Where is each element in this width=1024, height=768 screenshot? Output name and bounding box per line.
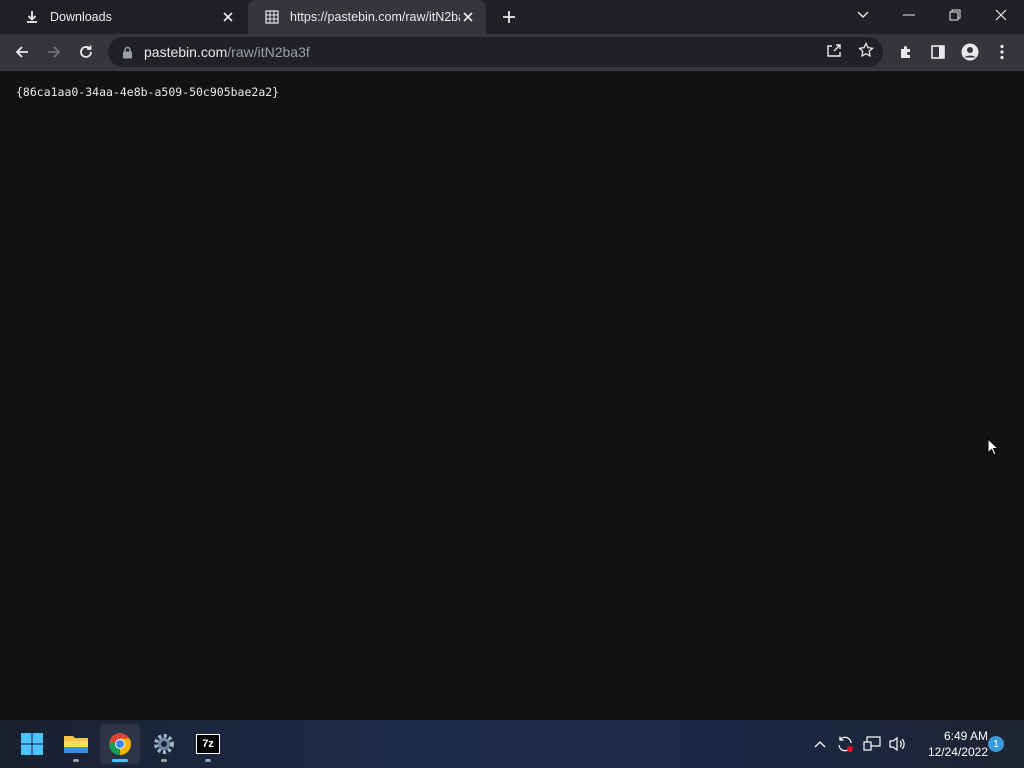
system-clock[interactable]: 6:49 AM 12/24/2022: [912, 728, 988, 760]
taskbar: 7z 6:49 AM 12/24/2022: [0, 720, 1024, 768]
new-tab-button[interactable]: [499, 7, 519, 27]
7zip-icon[interactable]: 7z: [188, 724, 228, 764]
url-host: pastebin.com: [144, 44, 228, 60]
extensions-icon[interactable]: [892, 38, 920, 66]
sync-alert-icon[interactable]: [833, 732, 857, 756]
clock-date: 12/24/2022: [927, 745, 988, 759]
close-tab-icon[interactable]: [460, 9, 476, 25]
7zip-label: 7z: [196, 734, 220, 754]
browser-toolbar: pastebin.com/raw/itN2ba3f: [0, 34, 1024, 71]
tab-strip: Downloads https://pastebin.com/raw/itN2b…: [0, 0, 1024, 34]
raw-paste-text: {86ca1aa0-34aa-4e8b-a509-50c905bae2a2}: [16, 85, 280, 99]
running-indicator: [205, 759, 211, 762]
tab-title: https://pastebin.com/raw/itN2ba: [290, 10, 460, 24]
bookmark-star-icon[interactable]: [852, 38, 880, 62]
side-panel-icon[interactable]: [924, 38, 952, 66]
share-icon[interactable]: [820, 38, 848, 62]
url-path: /raw/itN2ba3f: [227, 44, 310, 60]
network-icon[interactable]: [860, 732, 884, 756]
tab-downloads[interactable]: Downloads: [8, 0, 246, 34]
settings-icon[interactable]: [144, 724, 184, 764]
address-bar[interactable]: pastebin.com/raw/itN2ba3f: [108, 37, 883, 67]
menu-kebab-icon[interactable]: [988, 38, 1016, 66]
active-indicator: [112, 759, 128, 762]
close-window-button[interactable]: [978, 0, 1024, 30]
notification-badge[interactable]: 1: [988, 736, 1004, 752]
pastebin-icon: [264, 9, 280, 25]
tab-search-button[interactable]: [840, 0, 886, 30]
windows-start-icon[interactable]: [12, 724, 52, 764]
reload-button[interactable]: [72, 38, 100, 66]
clock-time: 6:49 AM: [943, 729, 988, 743]
minimize-button[interactable]: [886, 0, 932, 30]
running-indicator: [73, 759, 79, 762]
file-explorer-icon[interactable]: [56, 724, 96, 764]
profile-icon[interactable]: [956, 38, 984, 66]
volume-icon[interactable]: [885, 732, 909, 756]
download-icon: [24, 9, 40, 25]
show-hidden-icons-chevron-icon[interactable]: [808, 732, 832, 756]
forward-button[interactable]: [40, 38, 68, 66]
tab-pastebin[interactable]: https://pastebin.com/raw/itN2ba: [248, 0, 486, 34]
restore-button[interactable]: [932, 0, 978, 30]
tab-title: Downloads: [50, 10, 112, 24]
close-tab-icon[interactable]: [220, 9, 236, 25]
mouse-cursor-icon: [987, 437, 1000, 461]
back-button[interactable]: [8, 38, 36, 66]
lock-icon[interactable]: [120, 45, 134, 59]
page-content: {86ca1aa0-34aa-4e8b-a509-50c905bae2a2}: [0, 71, 1024, 720]
chrome-icon[interactable]: [100, 724, 140, 764]
running-indicator: [161, 759, 167, 762]
